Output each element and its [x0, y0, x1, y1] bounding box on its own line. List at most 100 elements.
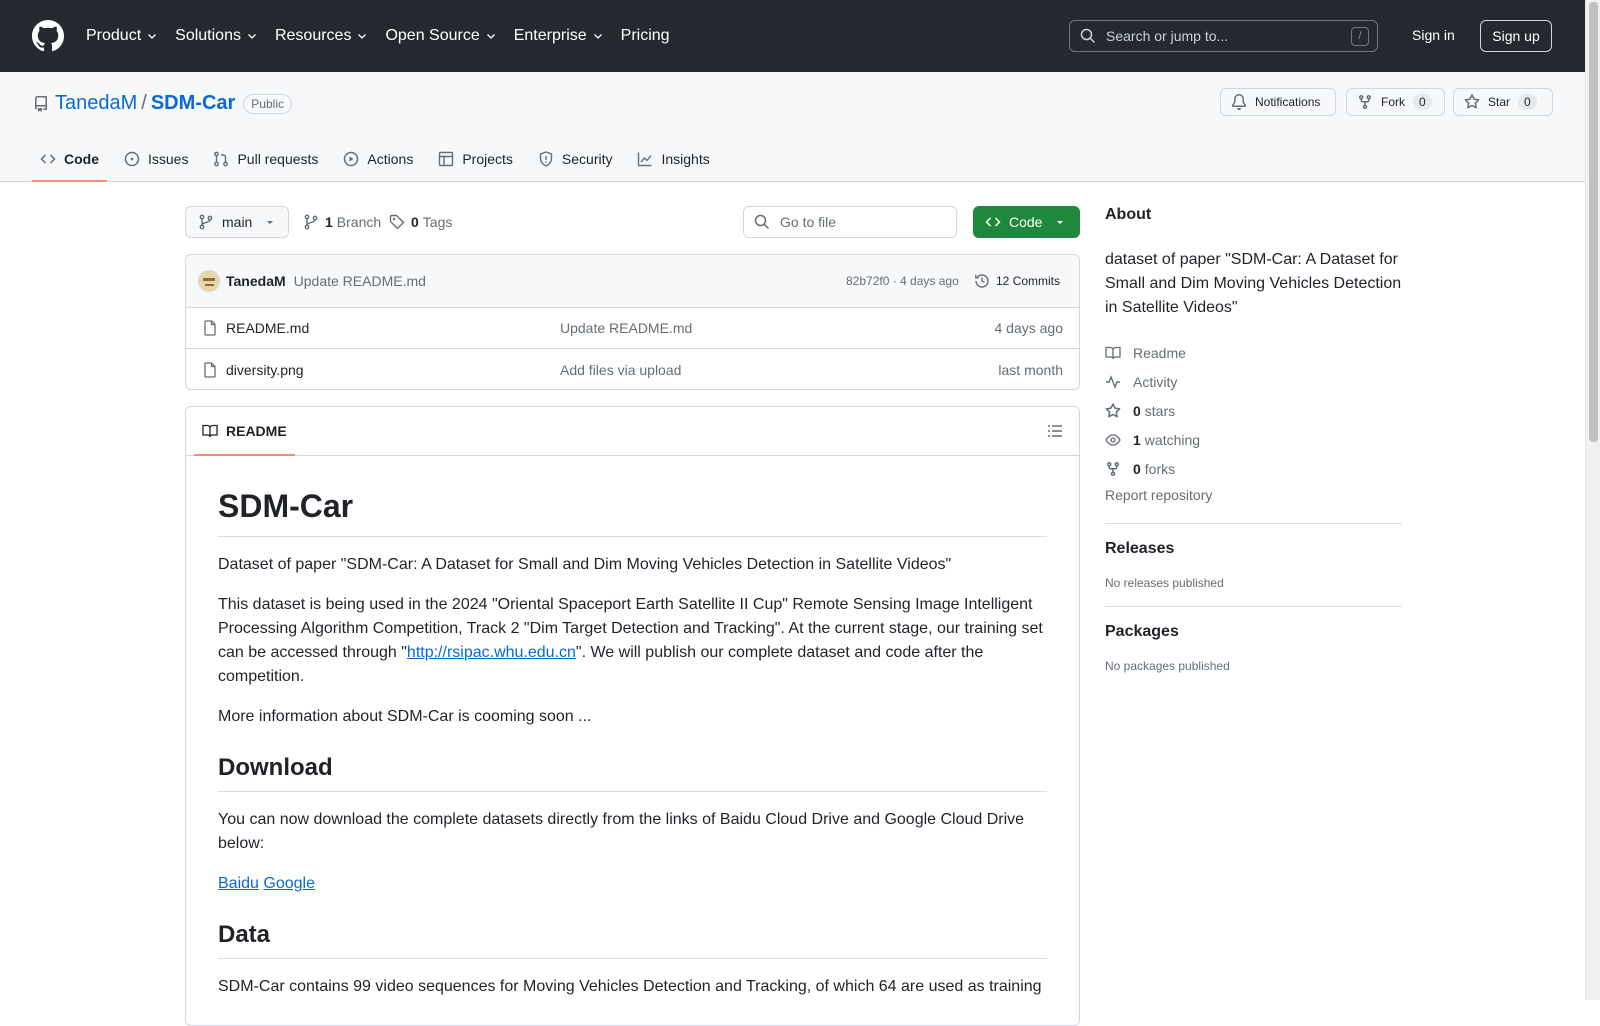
file-icon	[204, 361, 216, 378]
readme-paragraph: SDM-Car contains 99 video sequences for …	[218, 978, 1042, 995]
commit-sha-time[interactable]: 82b72f0 · 4 days ago	[846, 274, 959, 288]
tags-link[interactable]: 0 Tags	[389, 214, 452, 230]
file-name-link[interactable]: README.md	[226, 320, 309, 336]
google-link[interactable]: Google	[263, 875, 315, 892]
releases-empty: No releases published	[1105, 576, 1224, 590]
shield-icon	[539, 151, 553, 167]
nav-solutions[interactable]: Solutions	[175, 27, 258, 45]
tab-insights[interactable]: Insights	[629, 136, 717, 182]
chevron-down-icon	[486, 34, 495, 39]
packages-section: Packages No packages published	[1105, 623, 1402, 673]
graph-icon	[638, 152, 653, 167]
packages-empty: No packages published	[1105, 659, 1230, 673]
branch-selector[interactable]: main	[185, 206, 289, 238]
fork-icon	[1359, 95, 1371, 110]
commit-author-link[interactable]: TanedaM	[226, 273, 286, 289]
file-name-link[interactable]: diversity.png	[226, 362, 304, 378]
eye-icon	[1105, 433, 1121, 446]
releases-heading[interactable]: Releases	[1105, 540, 1402, 558]
history-icon	[975, 274, 989, 288]
commits-history-link[interactable]: 12 Commits	[974, 273, 1060, 289]
repo-icon	[35, 95, 47, 112]
table-of-contents-icon[interactable]	[1047, 423, 1063, 439]
readme-link[interactable]: Readme	[1105, 338, 1402, 367]
fork-icon	[1107, 461, 1119, 476]
page-scrollbar[interactable]	[1585, 0, 1600, 1000]
avatar[interactable]	[198, 270, 220, 292]
nav-enterprise[interactable]: Enterprise	[514, 27, 604, 45]
book-icon	[1105, 346, 1121, 359]
code-icon	[40, 154, 56, 164]
nav-pricing[interactable]: Pricing	[621, 27, 670, 45]
divider	[1105, 606, 1402, 607]
file-commit-date: last month	[998, 361, 1063, 378]
git-pull-request-icon	[214, 151, 229, 167]
branches-link[interactable]: 1 Branch	[303, 214, 381, 230]
sign-in-link[interactable]: Sign in	[1412, 27, 1455, 43]
code-dropdown-button[interactable]: Code	[973, 206, 1080, 238]
tab-pull-requests[interactable]: Pull requests	[205, 136, 326, 182]
tab-projects[interactable]: Projects	[430, 136, 521, 182]
fork-count: 0	[1413, 94, 1432, 110]
sign-up-button[interactable]: Sign up	[1480, 20, 1552, 52]
baidu-link[interactable]: Baidu	[218, 875, 259, 892]
repo-sidebar: About dataset of paper "SDM-Car: A Datas…	[1105, 206, 1402, 673]
go-to-file-placeholder: Go to file	[780, 214, 837, 230]
search-icon	[1080, 28, 1096, 44]
bell-icon	[1231, 94, 1246, 110]
releases-section: Releases No releases published	[1105, 540, 1402, 590]
readme-panel: README SDM-Car Dataset of paper "SDM-Car…	[185, 406, 1080, 1026]
readme-paragraph: More information about SDM-Car is coomin…	[218, 708, 592, 725]
go-to-file-input[interactable]: Go to file	[743, 206, 957, 238]
readme-paragraph: Dataset of paper "SDM-Car: A Dataset for…	[218, 556, 952, 573]
tag-count: 0	[411, 214, 419, 230]
file-list: TanedaM Update README.md 82b72f0 · 4 day…	[185, 254, 1080, 390]
global-header: Product Solutions Resources Open Source …	[0, 0, 1585, 72]
star-count: 0	[1518, 94, 1537, 110]
packages-heading[interactable]: Packages	[1105, 623, 1402, 641]
visibility-badge: Public	[243, 93, 292, 114]
code-icon	[985, 217, 1001, 227]
report-repository-link[interactable]: Report repository	[1105, 487, 1402, 507]
readme-tab[interactable]: README	[194, 407, 295, 456]
star-button[interactable]: Star 0	[1453, 88, 1553, 116]
git-branch-icon	[304, 214, 318, 230]
star-icon	[1464, 94, 1480, 109]
file-commit-message[interactable]: Add files via upload	[560, 362, 681, 378]
notifications-button[interactable]: Notifications	[1220, 88, 1336, 116]
fork-button[interactable]: Fork 0	[1346, 88, 1445, 116]
global-search-input[interactable]: Search or jump to... /	[1069, 20, 1378, 52]
triangle-down-icon	[267, 221, 273, 224]
nav-product[interactable]: Product	[86, 27, 158, 45]
watchers-link[interactable]: 1 watching	[1105, 425, 1402, 454]
scrollbar-thumb[interactable]	[1589, 2, 1598, 442]
triangle-down-icon	[1057, 221, 1064, 224]
repo-name-link[interactable]: SDM-Car	[151, 92, 235, 115]
tag-icon	[389, 214, 405, 230]
rsipac-link[interactable]: http://rsipac.whu.edu.cn	[407, 644, 576, 661]
commit-message-link[interactable]: Update README.md	[294, 273, 426, 289]
file-row[interactable]: README.md Update README.md 4 days ago	[186, 308, 1079, 349]
file-row[interactable]: diversity.png Add files via upload last …	[186, 349, 1079, 389]
activity-link[interactable]: Activity	[1105, 367, 1402, 396]
file-commit-date: 4 days ago	[994, 320, 1064, 336]
chevron-down-icon	[148, 34, 157, 39]
tab-issues[interactable]: Issues	[116, 136, 196, 182]
branch-count: 1	[325, 214, 333, 230]
book-icon	[202, 424, 218, 438]
stars-link[interactable]: 0 stars	[1105, 396, 1402, 425]
branch-name: main	[222, 214, 253, 230]
git-branch-icon	[199, 214, 213, 230]
forks-link[interactable]: 0 forks	[1105, 454, 1402, 483]
readme-title: SDM-Car	[218, 486, 1047, 537]
nav-resources[interactable]: Resources	[275, 27, 368, 45]
tab-actions[interactable]: Actions	[335, 136, 421, 182]
file-commit-message[interactable]: Update README.md	[560, 320, 692, 336]
tab-security[interactable]: Security	[530, 136, 621, 182]
repo-tabs: Code Issues Pull requests Actions Projec…	[32, 136, 727, 182]
repo-owner-link[interactable]: TanedaM	[55, 92, 137, 115]
github-logo-icon[interactable]	[32, 20, 64, 52]
chevron-down-icon	[248, 34, 256, 39]
tab-code[interactable]: Code	[32, 136, 107, 182]
nav-open-source[interactable]: Open Source	[385, 27, 496, 45]
